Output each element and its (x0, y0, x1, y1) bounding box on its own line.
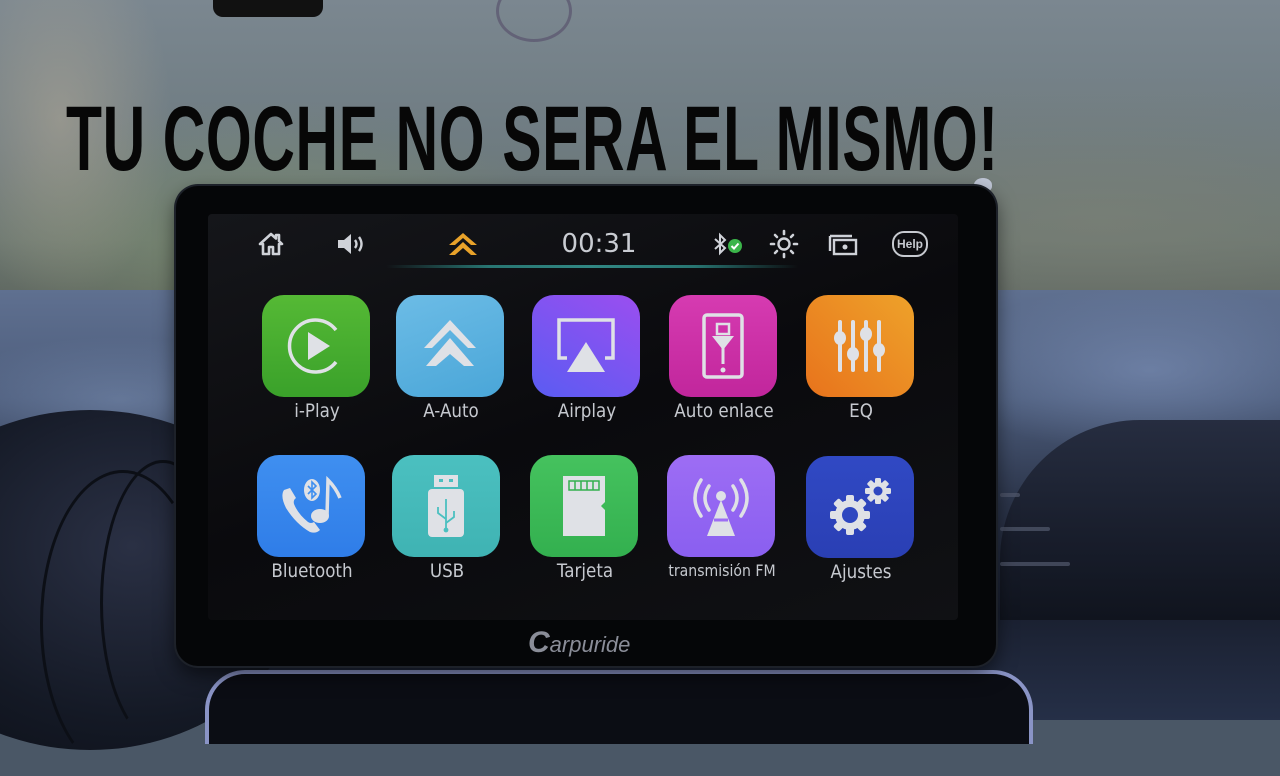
clock: 00:31 (561, 229, 637, 259)
help-button[interactable]: Help (890, 228, 930, 260)
app-tile (667, 455, 775, 557)
app-label: i-Play (294, 400, 340, 422)
gears-icon (830, 478, 891, 535)
app-tile (806, 295, 914, 397)
app-tile (806, 456, 914, 558)
equalizer-sliders-icon (834, 320, 885, 372)
app-label: EQ (849, 400, 873, 422)
status-bar-divider (386, 265, 798, 268)
app-tile (262, 295, 370, 397)
app-a-auto[interactable]: A-Auto (396, 295, 508, 435)
headline-text: TU COCHE NO SERA EL MISMO! (66, 88, 999, 190)
play-circle-icon (287, 318, 338, 374)
navigation-arrows-icon (449, 233, 477, 255)
help-label: Help (892, 231, 928, 257)
air-vent-slat (1000, 562, 1070, 566)
navigation-button[interactable] (446, 228, 480, 260)
volume-button[interactable] (334, 228, 368, 260)
home-button[interactable] (256, 228, 286, 260)
app-auto-enlace[interactable]: Auto enlace (669, 295, 781, 435)
app-eq[interactable]: EQ (806, 295, 918, 435)
sd-card-icon (563, 476, 605, 536)
app-tile (532, 295, 640, 397)
logo-initial: C (528, 626, 550, 659)
mirror-mount (213, 0, 323, 17)
center-console-trim (205, 670, 1033, 744)
bluetooth-status[interactable] (710, 228, 746, 260)
app-ajustes[interactable]: Ajustes (806, 456, 918, 596)
app-transmision-fm[interactable]: transmisión FM (667, 455, 779, 595)
app-label: USB (429, 560, 465, 582)
app-tile (396, 295, 504, 397)
app-tile (257, 455, 365, 557)
airplay-icon (557, 318, 615, 372)
app-airplay[interactable]: Airplay (532, 295, 644, 435)
logo-text: arpuride (549, 632, 631, 657)
app-bluetooth[interactable]: Bluetooth (257, 455, 369, 595)
air-vent-slat (1000, 493, 1020, 497)
app-label: Bluetooth (271, 560, 353, 582)
app-label: Tarjeta (556, 560, 614, 582)
screen-mode-button[interactable] (826, 228, 860, 260)
status-bar: 00:31 Help (236, 222, 948, 268)
app-tile (530, 455, 638, 557)
brightness-icon (769, 229, 799, 259)
carpuride-logo: Carpuride (528, 626, 648, 660)
volume-icon (338, 234, 363, 254)
brightness-button[interactable] (768, 228, 800, 260)
phone-usb-icon (702, 313, 744, 379)
double-chevron-up-icon (424, 320, 476, 366)
app-usb[interactable]: USB (392, 455, 504, 595)
radio-tower-icon (693, 478, 749, 536)
bluetooth-phone-music-icon (282, 475, 342, 533)
air-vent-slat (1000, 527, 1050, 531)
home-icon (258, 232, 284, 256)
screen-mirror-icon (828, 234, 858, 256)
app-tarjeta[interactable]: Tarjeta (530, 455, 642, 595)
bluetooth-connected-icon (714, 232, 742, 256)
usb-drive-icon (428, 475, 464, 537)
app-label: Airplay (557, 400, 617, 422)
app-label: Ajustes (830, 561, 892, 583)
app-i-play[interactable]: i-Play (262, 295, 374, 435)
app-tile (669, 295, 777, 397)
app-tile (392, 455, 500, 557)
app-label: transmisión FM (668, 561, 776, 580)
app-label: Auto enlace (674, 400, 774, 422)
app-label: A-Auto (423, 400, 479, 422)
